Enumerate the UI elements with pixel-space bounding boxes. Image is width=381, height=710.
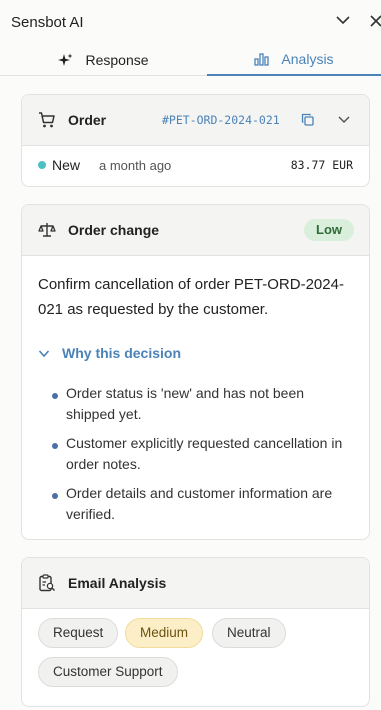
app-title: Sensbot AI (11, 14, 84, 31)
panel-header: Sensbot AI (0, 0, 381, 44)
tab-analysis-label: Analysis (281, 51, 334, 67)
order-card-title: Order (68, 112, 107, 128)
severity-badge: Low (304, 219, 354, 241)
tag-chip: Customer Support (38, 657, 178, 687)
chevron-down-icon (38, 349, 50, 357)
why-decision-label: Why this decision (62, 345, 182, 361)
tag-chip-priority: Medium (125, 618, 204, 648)
order-card: Order #PET-ORD-2024-021 New a month ago … (21, 94, 370, 187)
reason-item: Order details and customer information a… (51, 483, 356, 525)
tab-response-label: Response (85, 52, 149, 68)
order-status: New (52, 157, 81, 173)
expand-chevron-icon[interactable] (337, 114, 351, 124)
order-change-header: Order change Low (22, 205, 369, 256)
tag-chip: Neutral (212, 618, 286, 648)
order-change-card: Order change Low Confirm cancellation of… (21, 204, 370, 540)
order-amount: 83.77 EUR (290, 158, 353, 172)
reason-item: Customer explicitly requested cancellati… (51, 433, 356, 475)
status-dot (38, 161, 46, 169)
clipboard-search-icon (39, 574, 55, 592)
tab-analysis[interactable]: Analysis (207, 44, 381, 76)
shopping-cart-icon (39, 112, 55, 128)
order-change-title: Order change (68, 222, 160, 238)
email-analysis-header: Email Analysis (22, 558, 369, 609)
sparkle-icon (58, 53, 73, 66)
reason-item: Order status is 'new' and has not been s… (51, 383, 356, 425)
copy-icon[interactable] (301, 113, 314, 126)
change-summary: Confirm cancellation of order PET-ORD-20… (38, 276, 344, 318)
tab-bar: Response Analysis (0, 44, 381, 76)
email-analysis-title: Email Analysis (68, 575, 167, 591)
order-id: #PET-ORD-2024-021 (162, 113, 280, 127)
why-decision-toggle[interactable]: Why this decision (38, 345, 181, 361)
order-card-header[interactable]: Order #PET-ORD-2024-021 (22, 95, 369, 146)
scale-icon (38, 223, 56, 237)
tag-chip: Request (38, 618, 119, 648)
order-time: a month ago (99, 158, 172, 173)
bar-chart-icon (254, 52, 270, 66)
collapse-chevron-icon[interactable] (335, 14, 351, 26)
tab-response[interactable]: Response (0, 44, 207, 76)
close-icon[interactable] (369, 14, 381, 28)
email-analysis-card: Email Analysis Request Medium Neutral Cu… (21, 557, 370, 707)
reason-list: Order status is 'new' and has not been s… (51, 383, 356, 533)
